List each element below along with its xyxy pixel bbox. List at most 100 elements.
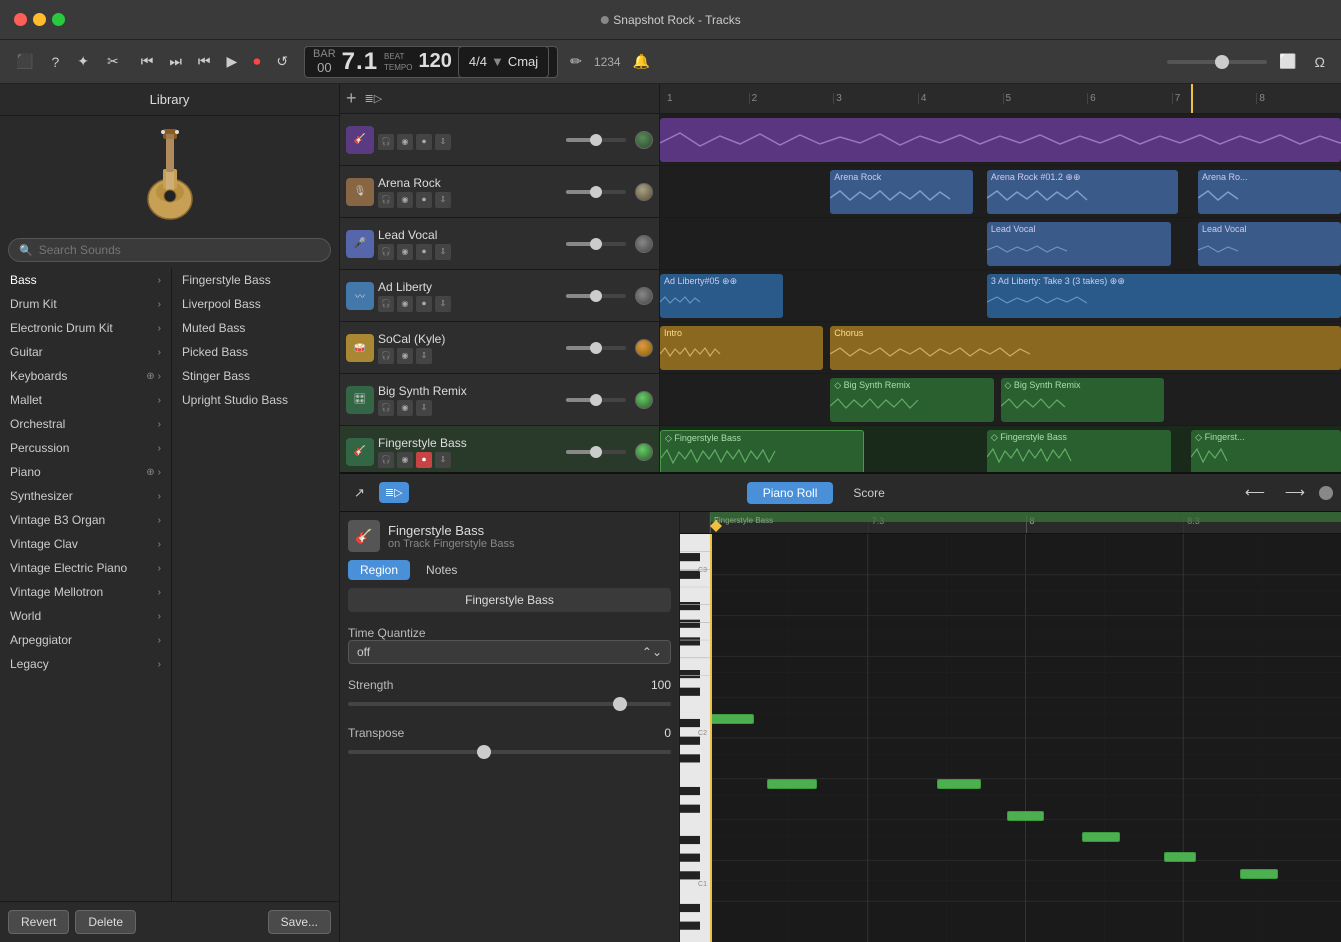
region-arena-rock-3[interactable]: Arena Ro... <box>1198 170 1341 214</box>
volume-slider-vocal[interactable] <box>566 242 626 246</box>
region-purple[interactable] <box>660 118 1341 162</box>
library-toggle-button[interactable]: ⬛ <box>10 49 39 74</box>
draw-tool-button[interactable]: ✏ <box>564 49 588 74</box>
tab-score[interactable]: Score <box>837 482 900 504</box>
notification-button[interactable]: 🔔 <box>627 49 656 74</box>
pan-knob-vocal[interactable] <box>635 235 653 253</box>
category-legacy[interactable]: Legacy › <box>0 652 171 676</box>
add-track-button[interactable]: + <box>346 88 357 109</box>
track-arm-btn[interactable]: ⏺ <box>416 134 432 150</box>
time-quantize-select[interactable]: off ⌃⌄ <box>348 640 671 664</box>
pan-knob-arena[interactable] <box>635 183 653 201</box>
tab-piano-roll[interactable]: Piano Roll <box>747 482 834 504</box>
sound-stinger-bass[interactable]: Stinger Bass <box>172 364 339 388</box>
note-block[interactable] <box>1164 852 1196 862</box>
note-block[interactable] <box>1007 811 1045 821</box>
note-block[interactable] <box>937 779 981 789</box>
track-lock-btn[interactable]: ⇩ <box>435 296 451 312</box>
cycle-button[interactable]: ↺ <box>270 49 294 74</box>
region-fingerstyle-3[interactable]: ◇ Fingerst... <box>1191 430 1341 472</box>
region-ad-liberty-1[interactable]: Ad Liberty#05 ⊕⊕ <box>660 274 783 318</box>
fast-forward-button[interactable]: ⏭ <box>163 49 188 74</box>
track-mute-btn[interactable]: 🎧 <box>378 452 394 468</box>
pan-knob-socal[interactable] <box>635 339 653 357</box>
region-intro[interactable]: Intro <box>660 326 823 370</box>
track-solo-btn[interactable]: ◉ <box>397 296 413 312</box>
category-bass[interactable]: Bass › <box>0 268 171 292</box>
note-block[interactable] <box>1082 832 1120 842</box>
region-ad-liberty-2[interactable]: 3 Ad Liberty: Take 3 (3 takes) ⊕⊕ <box>987 274 1341 318</box>
region-chorus[interactable]: Chorus <box>830 326 1341 370</box>
category-percussion[interactable]: Percussion › <box>0 436 171 460</box>
region-fingerstyle-1[interactable]: ◇ Fingerstyle Bass <box>660 430 864 472</box>
category-piano[interactable]: Piano ⊕ › <box>0 460 171 484</box>
track-solo-btn[interactable]: ◉ <box>397 134 413 150</box>
sound-picked-bass[interactable]: Picked Bass <box>172 340 339 364</box>
volume-slider-adlib[interactable] <box>566 294 626 298</box>
scissor-button[interactable]: ✂ <box>101 49 125 74</box>
category-drum-kit[interactable]: Drum Kit › <box>0 292 171 316</box>
region-bigsynth-2[interactable]: ◇ Big Synth Remix <box>1001 378 1164 422</box>
category-vintage-clav[interactable]: Vintage Clav › <box>0 532 171 556</box>
category-arpeggiator[interactable]: Arpeggiator › <box>0 628 171 652</box>
track-solo-btn[interactable]: ◉ <box>397 244 413 260</box>
play-button[interactable]: ▶ <box>221 49 244 74</box>
search-input[interactable] <box>39 243 320 257</box>
sound-muted-bass[interactable]: Muted Bass <box>172 316 339 340</box>
track-mute-btn[interactable]: 🎧 <box>378 192 394 208</box>
track-arm-btn[interactable]: ⏺ <box>416 296 432 312</box>
track-mute-btn[interactable]: 🎧 <box>378 244 394 260</box>
volume-slider[interactable] <box>1167 60 1267 64</box>
category-mallet[interactable]: Mallet › <box>0 388 171 412</box>
help-button[interactable]: ? <box>45 50 65 74</box>
minimize-button[interactable] <box>33 13 46 26</box>
pan-knob-fingerstyle[interactable] <box>635 443 653 461</box>
region-arena-rock-2[interactable]: Arena Rock #01.2 ⊕⊕ <box>987 170 1178 214</box>
pan-knob-bigsynth[interactable] <box>635 391 653 409</box>
rewind-button[interactable]: ⏮ <box>135 49 160 74</box>
track-solo-btn[interactable]: ◉ <box>397 400 413 416</box>
category-vintage-b3-organ[interactable]: Vintage B3 Organ › <box>0 508 171 532</box>
category-vintage-electric-piano[interactable]: Vintage Electric Piano › <box>0 556 171 580</box>
track-mute-btn[interactable]: 🎧 <box>378 134 394 150</box>
category-keyboards[interactable]: Keyboards ⊕ › <box>0 364 171 388</box>
sound-upright-studio-bass[interactable]: Upright Studio Bass <box>172 388 339 412</box>
track-arm-btn[interactable]: ⏺ <box>416 192 432 208</box>
save-button[interactable]: Save... <box>268 910 331 934</box>
category-synthesizer[interactable]: Synthesizer › <box>0 484 171 508</box>
region-tab-notes[interactable]: Notes <box>414 560 469 580</box>
piano-roll-scroll[interactable] <box>1319 486 1333 500</box>
omega-button[interactable]: Ω <box>1309 50 1331 74</box>
track-solo-btn[interactable]: ◉ <box>397 192 413 208</box>
volume-slider-fingerstyle[interactable] <box>566 450 626 454</box>
settings-button[interactable]: ✦ <box>71 49 95 74</box>
piano-roll-mode-button[interactable]: ≣▷ <box>379 482 409 503</box>
category-electronic-drum-kit[interactable]: Electronic Drum Kit › <box>0 316 171 340</box>
strength-slider[interactable] <box>348 696 671 712</box>
track-mute-btn[interactable]: 🎧 <box>378 348 394 364</box>
score-view-button[interactable]: ⬜ <box>1273 49 1302 74</box>
category-guitar[interactable]: Guitar › <box>0 340 171 364</box>
note-block[interactable] <box>1240 869 1278 879</box>
record-button[interactable]: ⏺ <box>247 49 266 74</box>
track-arm-btn[interactable]: ⏺ <box>416 452 432 468</box>
revert-button[interactable]: Revert <box>8 910 69 934</box>
maximize-button[interactable] <box>52 13 65 26</box>
close-button[interactable] <box>14 13 27 26</box>
track-lock-btn[interactable]: ⇩ <box>435 134 451 150</box>
piano-roll-zoom-in[interactable]: ⟶ <box>1279 480 1311 505</box>
delete-button[interactable]: Delete <box>75 910 136 934</box>
track-lock-btn[interactable]: ⇩ <box>435 244 451 260</box>
piano-roll-zoom-out[interactable]: ⟵ <box>1239 480 1271 505</box>
volume-slider-bigsynth[interactable] <box>566 398 626 402</box>
note-block[interactable] <box>710 714 754 724</box>
track-solo-btn[interactable]: ◉ <box>397 452 413 468</box>
track-mute-btn[interactable]: 🎧 <box>378 296 394 312</box>
time-signature[interactable]: 4/4 ▼ Cmaj <box>458 46 549 78</box>
track-solo-btn[interactable]: ◉ <box>397 348 413 364</box>
track-arm-btn[interactable]: ⏺ <box>416 244 432 260</box>
skip-back-button[interactable]: ⏮ <box>192 49 217 74</box>
volume-slider-arena[interactable] <box>566 190 626 194</box>
piano-roll-tool-button[interactable]: ↗ <box>348 481 371 505</box>
pan-knob-adlib[interactable] <box>635 287 653 305</box>
